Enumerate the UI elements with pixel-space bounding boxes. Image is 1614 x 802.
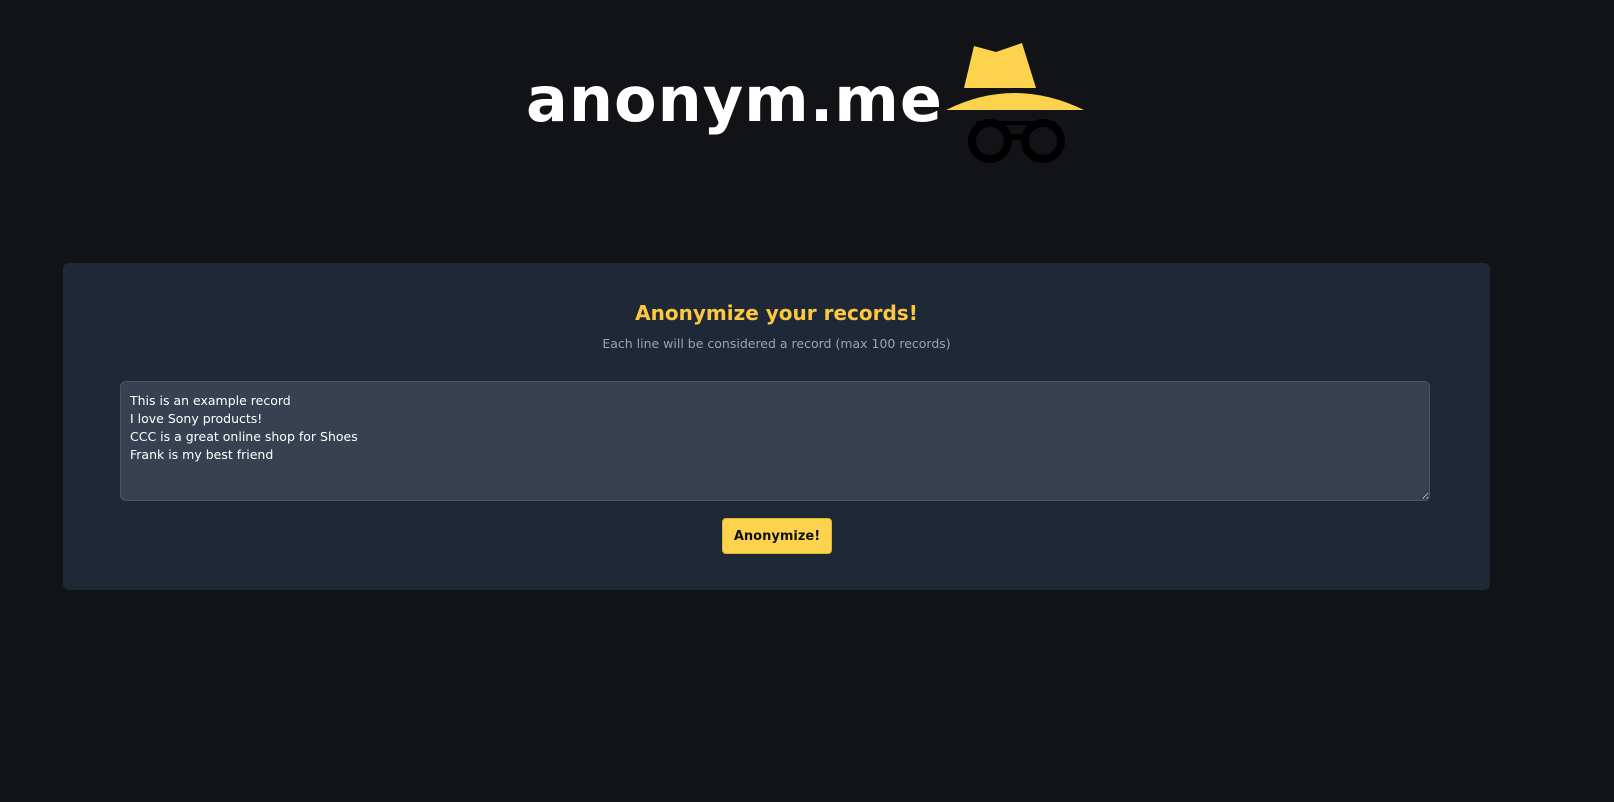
incognito-hat-glasses-icon	[946, 43, 1084, 163]
card-subtitle: Each line will be considered a record (m…	[602, 336, 951, 351]
anonymize-button[interactable]: Anonymize!	[722, 518, 832, 554]
card-title: Anonymize your records!	[635, 301, 918, 325]
logo: anonym.me	[526, 38, 1086, 168]
anonymize-card: Anonymize your records! Each line will b…	[63, 263, 1490, 590]
logo-text: anonym.me	[526, 63, 943, 136]
records-textarea[interactable]: This is an example record I love Sony pr…	[120, 381, 1430, 501]
